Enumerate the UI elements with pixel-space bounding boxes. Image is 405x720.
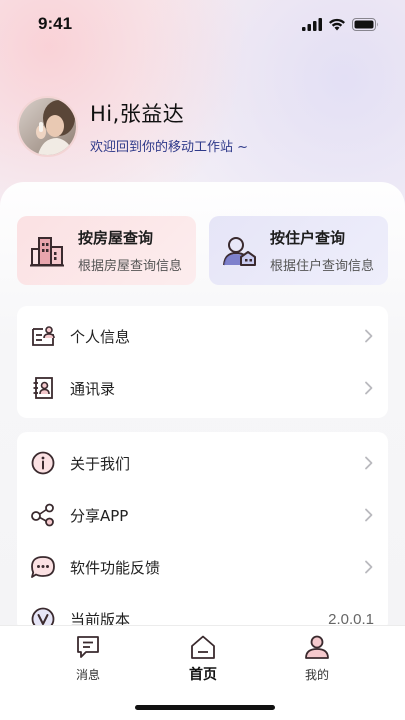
- menu-label-about-us: 关于我们: [70, 454, 131, 473]
- query-by-house-card[interactable]: 按房屋查询 根据房屋查询信息: [17, 216, 196, 285]
- chevron-right-icon: [365, 381, 373, 395]
- menu-item-share-app[interactable]: 分享APP: [17, 489, 388, 541]
- feedback-icon: [30, 554, 56, 580]
- tab-home[interactable]: 首页: [163, 634, 243, 684]
- home-icon: [191, 635, 215, 659]
- profile-header: Hi,张益达 欢迎回到你的移动工作站 ~: [17, 95, 248, 157]
- query-by-house-subtitle: 根据房屋查询信息: [78, 259, 183, 274]
- user-icon: [305, 635, 329, 659]
- menu-group-account: 个人信息 通讯录: [17, 306, 388, 418]
- contacts-icon: [30, 375, 56, 401]
- status-time: 9:41: [38, 14, 73, 33]
- chevron-right-icon: [365, 456, 373, 470]
- query-by-resident-subtitle: 根据住户查询信息: [270, 259, 375, 274]
- query-by-resident-card[interactable]: 按住户查询 根据住户查询信息: [209, 216, 388, 285]
- message-icon: [77, 636, 99, 658]
- query-by-resident-title: 按住户查询: [270, 229, 346, 247]
- query-by-house-title: 按房屋查询: [78, 229, 154, 247]
- menu-label-feedback: 软件功能反馈: [70, 558, 161, 577]
- tab-mine[interactable]: 我的: [277, 634, 357, 683]
- menu-label-share-app: 分享APP: [70, 506, 129, 525]
- menu-item-about-us[interactable]: 关于我们: [17, 437, 388, 489]
- home-indicator: [135, 705, 275, 710]
- building-icon: [29, 233, 65, 269]
- share-icon: [30, 502, 56, 528]
- tab-messages[interactable]: 消息: [48, 634, 128, 683]
- menu-label-contacts: 通讯录: [70, 379, 116, 398]
- resident-icon: [221, 233, 257, 269]
- tab-label-mine: 我的: [304, 668, 329, 682]
- menu-item-contacts[interactable]: 通讯录: [17, 362, 388, 414]
- tab-label-home: 首页: [189, 667, 217, 683]
- info-icon: [30, 450, 56, 476]
- menu-item-feedback[interactable]: 软件功能反馈: [17, 541, 388, 593]
- chevron-right-icon: [365, 560, 373, 574]
- tab-label-messages: 消息: [75, 668, 100, 682]
- welcome-text: 欢迎回到你的移动工作站 ~: [90, 139, 249, 155]
- id-card-icon: [30, 323, 56, 349]
- menu-item-personal-info[interactable]: 个人信息: [17, 310, 388, 362]
- menu-group-app: 关于我们 分享APP 软件功能反馈 当前版本 2.0.0.1: [17, 432, 388, 632]
- chevron-right-icon: [365, 508, 373, 522]
- avatar-photo: [19, 97, 76, 155]
- battery-icon: [352, 17, 378, 31]
- status-bar: 9:41: [0, 0, 405, 48]
- menu-label-personal-info: 个人信息: [70, 327, 131, 346]
- signal-icon: [302, 17, 322, 31]
- wifi-icon: [329, 18, 345, 30]
- avatar[interactable]: [17, 95, 78, 157]
- status-icons: [302, 17, 379, 31]
- greeting-text: Hi,张益达: [90, 101, 185, 126]
- chevron-right-icon: [365, 329, 373, 343]
